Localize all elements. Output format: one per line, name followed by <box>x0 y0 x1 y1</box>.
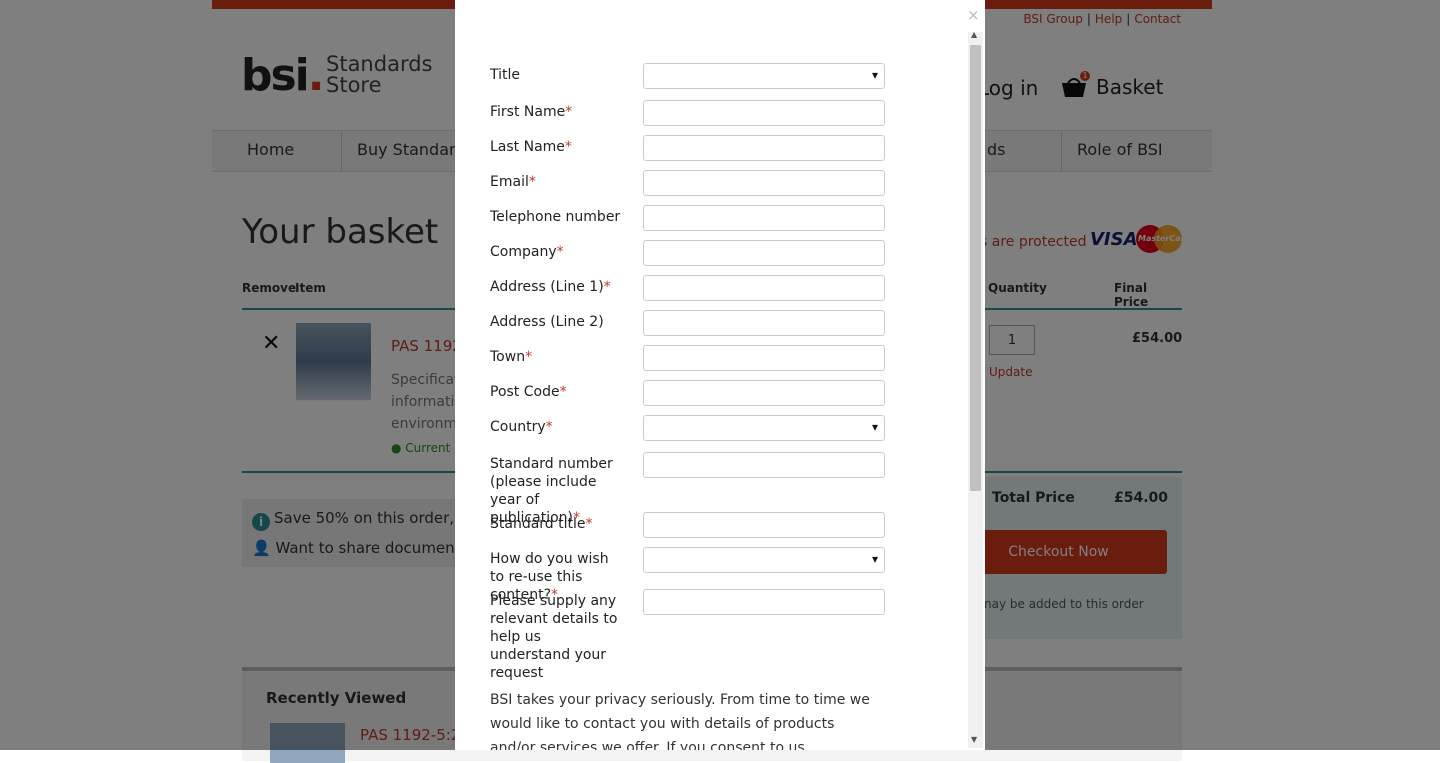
privacy-text: BSI takes your privacy seriously. From t… <box>490 692 870 750</box>
scroll-up-icon[interactable]: ▲ <box>971 30 977 39</box>
email-input[interactable] <box>643 170 885 196</box>
request-form-modal: × ▲ ▼ Title First Name* Last Name* Email… <box>455 0 985 750</box>
reuse-select[interactable] <box>643 547 885 573</box>
field-label-last-name: Last Name* <box>490 139 572 155</box>
field-label-telephone: Telephone number <box>490 209 621 225</box>
address-line-1-input[interactable] <box>643 275 885 301</box>
scrollbar-thumb[interactable] <box>970 45 981 491</box>
field-label-title: Title <box>490 67 521 83</box>
title-select[interactable] <box>643 63 885 89</box>
field-label-standard-title: Standard title* <box>490 516 593 532</box>
field-label-company: Company* <box>490 244 564 260</box>
standard-title-input[interactable] <box>643 512 885 538</box>
field-label-post-code: Post Code* <box>490 384 567 400</box>
scroll-down-icon[interactable]: ▼ <box>971 735 977 744</box>
close-icon[interactable]: × <box>967 6 980 24</box>
field-label-town: Town* <box>490 349 533 365</box>
company-input[interactable] <box>643 240 885 266</box>
field-label-first-name: First Name* <box>490 104 573 120</box>
details-input[interactable] <box>643 589 885 615</box>
standard-number-input[interactable] <box>643 452 885 478</box>
address-line-2-input[interactable] <box>643 310 885 336</box>
field-label-country: Country* <box>490 419 553 435</box>
field-label-details: Please supply any relevant details to he… <box>490 593 618 681</box>
field-label-address-1: Address (Line 1)* <box>490 279 611 295</box>
field-label-email: Email* <box>490 174 536 190</box>
field-label-address-2: Address (Line 2) <box>490 314 604 330</box>
first-name-input[interactable] <box>643 100 885 126</box>
country-select[interactable] <box>643 415 885 441</box>
post-code-input[interactable] <box>643 380 885 406</box>
town-input[interactable] <box>643 345 885 371</box>
telephone-input[interactable] <box>643 205 885 231</box>
last-name-input[interactable] <box>643 135 885 161</box>
